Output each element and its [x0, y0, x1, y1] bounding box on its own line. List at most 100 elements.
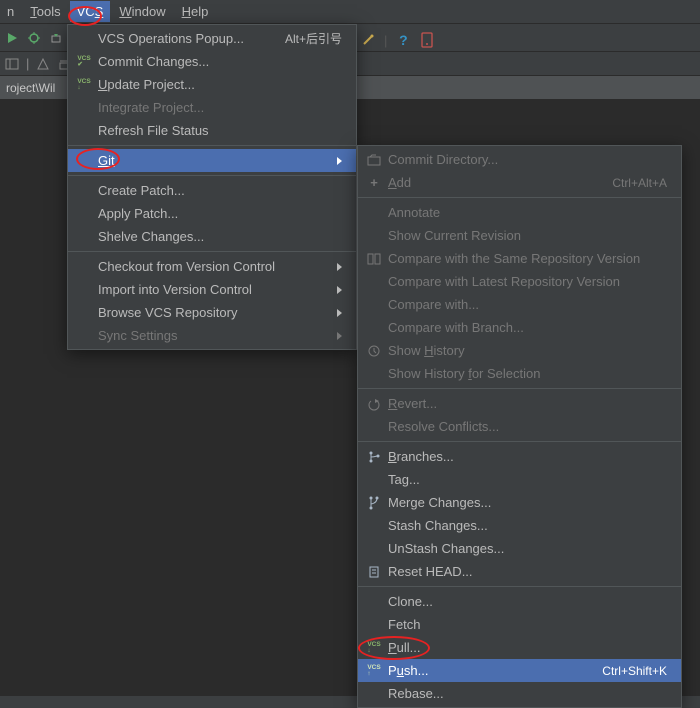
git-add: + Add Ctrl+Alt+A [358, 171, 681, 194]
branches[interactable]: Branches... [358, 445, 681, 468]
attach-icon[interactable] [48, 30, 64, 46]
reset-head[interactable]: Reset HEAD... [358, 560, 681, 583]
menu-label: Fetch [388, 617, 667, 632]
panel-icon-1[interactable] [4, 56, 20, 72]
pull-icon: VCS↓ [367, 642, 380, 654]
menu-partial[interactable]: n [0, 1, 21, 22]
tag[interactable]: Tag... [358, 468, 681, 491]
apply-patch[interactable]: Apply Patch... [68, 202, 356, 225]
menu-label: Checkout from Version Control [98, 259, 331, 274]
menu-label: Commit Directory... [388, 152, 667, 167]
annotate: Annotate [358, 201, 681, 224]
revert: Revert... [358, 392, 681, 415]
plus-icon: + [366, 175, 382, 191]
menu-label: Create Patch... [98, 183, 342, 198]
menu-label: Sync Settings [98, 328, 331, 343]
separator [68, 145, 356, 146]
separator [358, 197, 681, 198]
show-history-selection: Show History for Selection [358, 362, 681, 385]
breadcrumb-text: roject\Wil [6, 81, 55, 95]
integrate-project: Integrate Project... [68, 96, 356, 119]
menu-label: Integrate Project... [98, 100, 342, 115]
menu-help[interactable]: Help [175, 1, 216, 22]
compare-latest-repo: Compare with Latest Repository Version [358, 270, 681, 293]
menu-label: Show History [388, 343, 667, 358]
menu-label: VCS Operations Popup... [98, 31, 259, 46]
refresh-file-status[interactable]: Refresh File Status [68, 119, 356, 142]
menu-label: Compare with Latest Repository Version [388, 274, 667, 289]
vcs-menu-popup: VCS Operations Popup... Alt+后引号 VCS✔ Com… [67, 24, 357, 350]
submenu-arrow-icon [337, 309, 342, 317]
submenu-arrow-icon [337, 157, 342, 165]
menu-label: UnStash Changes... [388, 541, 667, 556]
show-current-revision: Show Current Revision [358, 224, 681, 247]
menu-label: Shelve Changes... [98, 229, 342, 244]
separator [358, 388, 681, 389]
menu-vcs[interactable]: VCS [70, 1, 111, 22]
pull[interactable]: VCS↓ Pull... [358, 636, 681, 659]
show-history: Show History [358, 339, 681, 362]
run-icon[interactable] [4, 30, 20, 46]
vcs-icon: VCS✔ [77, 56, 90, 68]
stash-changes[interactable]: Stash Changes... [358, 514, 681, 537]
merge-changes[interactable]: Merge Changes... [358, 491, 681, 514]
menu-label: Git [98, 153, 331, 168]
device-icon[interactable] [419, 32, 435, 48]
fetch[interactable]: Fetch [358, 613, 681, 636]
menu-label: Tag... [388, 472, 667, 487]
menu-label: Pull... [388, 640, 667, 655]
history-icon [366, 343, 382, 359]
menu-label: Rebase... [388, 686, 667, 701]
rebase[interactable]: Rebase... [358, 682, 681, 705]
menu-label: Import into Version Control [98, 282, 331, 297]
menu-window[interactable]: Window [112, 1, 172, 22]
menu-shortcut: Alt+后引号 [285, 30, 342, 47]
menu-label: Show History for Selection [388, 366, 667, 381]
separator [358, 441, 681, 442]
revert-icon [366, 396, 382, 412]
push[interactable]: VCS↑ Push... Ctrl+Shift+K [358, 659, 681, 682]
menu-tools[interactable]: Tools [23, 1, 67, 22]
create-patch[interactable]: Create Patch... [68, 179, 356, 202]
menu-label: Merge Changes... [388, 495, 667, 510]
submenu-arrow-icon [337, 332, 342, 340]
menu-label: Refresh File Status [98, 123, 342, 138]
commit-directory: Commit Directory... [358, 148, 681, 171]
menu-label: Compare with the Same Repository Version [388, 251, 667, 266]
menu-shortcut: Ctrl+Alt+A [612, 176, 667, 190]
reset-icon [366, 564, 382, 580]
menu-label: Annotate [388, 205, 667, 220]
help-icon[interactable]: ? [395, 32, 411, 48]
menu-label: Browse VCS Repository [98, 305, 331, 320]
separator [358, 586, 681, 587]
submenu-arrow-icon [337, 286, 342, 294]
menu-label: Commit Changes... [98, 54, 342, 69]
update-project[interactable]: VCS↓ Update Project... [68, 73, 356, 96]
git-submenu-item[interactable]: Git [68, 149, 356, 172]
browse-vcs[interactable]: Browse VCS Repository [68, 301, 356, 324]
panel-icon-2[interactable] [35, 56, 51, 72]
sync-settings: Sync Settings [68, 324, 356, 347]
menu-label: Clone... [388, 594, 667, 609]
menu-label: Reset HEAD... [388, 564, 667, 579]
separator [68, 251, 356, 252]
unstash-changes[interactable]: UnStash Changes... [358, 537, 681, 560]
push-icon: VCS↑ [367, 665, 380, 677]
git-submenu-popup: Commit Directory... + Add Ctrl+Alt+A Ann… [357, 145, 682, 708]
compare-same-repo: Compare with the Same Repository Version [358, 247, 681, 270]
menu-label: Update Project... [98, 77, 342, 92]
clone[interactable]: Clone... [358, 590, 681, 613]
compare-with-branch: Compare with Branch... [358, 316, 681, 339]
toolbar-right: | ? [360, 28, 435, 52]
checkout-vcs[interactable]: Checkout from Version Control [68, 255, 356, 278]
shelve-changes[interactable]: Shelve Changes... [68, 225, 356, 248]
menu-label: Resolve Conflicts... [388, 419, 667, 434]
menubar: n Tools VCS Window Help [0, 0, 700, 24]
commit-changes[interactable]: VCS✔ Commit Changes... [68, 50, 356, 73]
debug-icon[interactable] [26, 30, 42, 46]
wand-icon[interactable] [360, 32, 376, 48]
vcs-operations-popup[interactable]: VCS Operations Popup... Alt+后引号 [68, 27, 356, 50]
separator [68, 175, 356, 176]
branch-icon [366, 449, 382, 465]
import-vcs[interactable]: Import into Version Control [68, 278, 356, 301]
